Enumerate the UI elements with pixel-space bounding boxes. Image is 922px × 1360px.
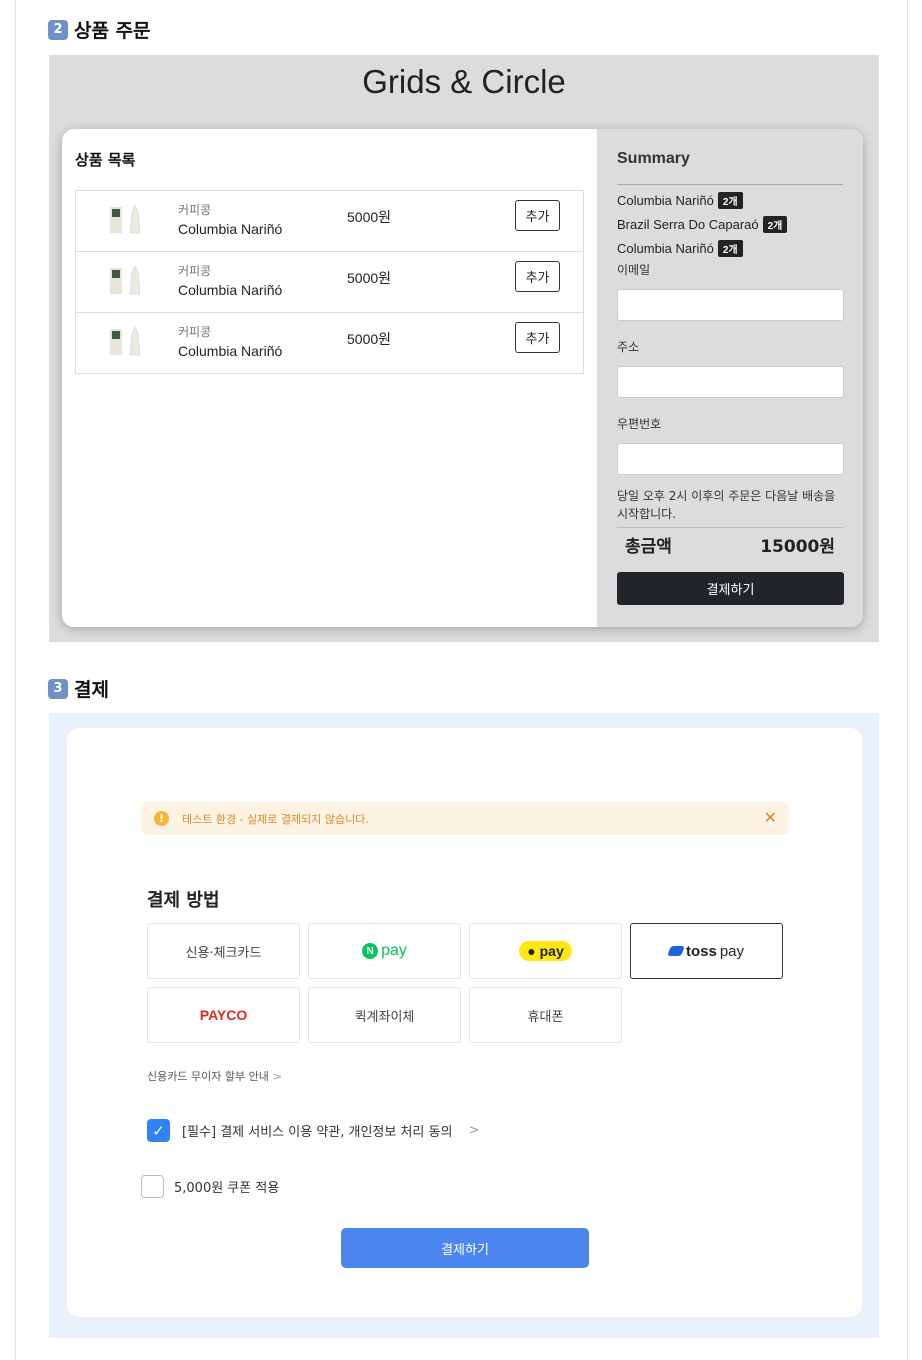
quantity-badge: 2개 — [717, 239, 743, 257]
chevron-right-icon: > — [468, 1123, 480, 1138]
add-button[interactable]: 추가 — [515, 200, 560, 231]
npay-logo: N pay — [362, 942, 407, 960]
kakaopay-logo: ● pay — [519, 941, 572, 961]
products-title: 상품 목록 — [75, 151, 136, 169]
payco-logo: PAYCO — [199, 1007, 248, 1023]
alert-text: 테스트 환경 - 실제로 결제되지 않습니다. — [182, 813, 369, 826]
section-heading-payment: 3 결제 — [48, 675, 109, 702]
checkout-button[interactable]: 결제하기 — [617, 572, 844, 605]
tosspay-bold-text: toss — [685, 942, 717, 960]
coffee-bag-icon — [110, 265, 141, 295]
close-icon[interactable]: ✕ — [764, 808, 777, 827]
order-card: 상품 목록 커피콩 Columbia Nariñó 5000원 추가 커피콩 C… — [62, 129, 863, 627]
product-row: 커피콩 Columbia Nariñó 5000원 추가 — [76, 191, 583, 252]
add-button[interactable]: 추가 — [515, 322, 560, 353]
quantity-badge: 2개 — [717, 191, 743, 209]
product-category: 커피콩 — [178, 264, 212, 278]
total-label: 총금액 — [625, 537, 672, 557]
pay-button[interactable]: 결제하기 — [341, 1228, 589, 1268]
page: 2 상품 주문 Grids & Circle 상품 목록 커피콩 Columbi… — [15, 0, 908, 1360]
coupon-option[interactable]: 5,000원 쿠폰 적용 — [141, 1175, 279, 1198]
zip-field[interactable] — [617, 443, 844, 475]
method-phone-button[interactable]: 휴대폰 — [469, 987, 622, 1043]
summary-item: Columbia Nariñó 2개 — [617, 239, 843, 257]
product-name: Columbia Nariñó — [178, 343, 283, 359]
product-name: Columbia Nariñó — [178, 282, 283, 298]
coupon-text: 5,000원 쿠폰 적용 — [174, 1181, 280, 1196]
section-title: 결제 — [74, 679, 109, 701]
product-pane: 상품 목록 커피콩 Columbia Nariñó 5000원 추가 커피콩 C… — [62, 129, 597, 627]
chevron-right-icon: > — [272, 1070, 283, 1083]
keycap-3-icon: 3 — [48, 678, 68, 699]
address-label: 주소 — [617, 340, 640, 354]
summary-pane: Summary Columbia Nariñó 2개 Brazil Serra … — [597, 129, 863, 627]
zip-label: 우편번호 — [617, 417, 662, 431]
section-heading-order: 2 상품 주문 — [48, 16, 151, 43]
terms-agreement[interactable]: ✓ [필수] 결제 서비스 이용 약관, 개인정보 처리 동의 > — [147, 1119, 479, 1142]
summary-item: Columbia Nariñó 2개 — [617, 191, 843, 209]
keycap-2-icon: 2 — [48, 19, 68, 40]
summary-item-name: Columbia Nariñó — [617, 192, 714, 208]
tosspay-text: pay — [719, 942, 745, 960]
method-kakaopay-button[interactable]: ● pay — [469, 923, 622, 979]
product-row: 커피콩 Columbia Nariñó 5000원 추가 — [76, 252, 583, 313]
app-title: Grids & Circle — [362, 63, 566, 100]
installment-link[interactable]: 신용카드 무이자 할부 안내 > — [147, 1068, 282, 1084]
summary-item-name: Columbia Nariñó — [617, 240, 714, 256]
npay-text: pay — [381, 942, 407, 959]
toss-icon — [667, 946, 685, 956]
add-button[interactable]: 추가 — [515, 261, 560, 292]
payment-card: ! 테스트 환경 - 실제로 결제되지 않습니다. ✕ 결제 방법 신용·체크카… — [67, 728, 862, 1317]
total-row: 총금액 15000원 — [617, 527, 843, 557]
address-field[interactable] — [617, 366, 844, 398]
checkbox-unchecked-icon[interactable] — [141, 1175, 164, 1198]
delivery-notice: 당일 오후 2시 이후의 주문은 다음날 배송을 시작합니다. — [617, 489, 836, 521]
summary-item: Brazil Serra Do Caparaó 2개 — [617, 215, 843, 233]
section-title: 상품 주문 — [74, 20, 151, 42]
email-label: 이메일 — [617, 263, 651, 277]
coffee-bag-icon — [110, 204, 141, 234]
summary-item-name: Brazil Serra Do Caparaó — [617, 216, 759, 232]
installment-text: 신용카드 무이자 할부 안내 — [147, 1070, 269, 1083]
product-category: 커피콩 — [178, 203, 212, 217]
product-price: 5000원 — [347, 331, 392, 347]
product-category: 커피콩 — [178, 325, 212, 339]
coffee-bag-icon — [110, 326, 141, 356]
method-tosspay-button[interactable]: toss pay — [630, 923, 783, 979]
quantity-badge: 2개 — [762, 215, 788, 233]
test-env-alert: ! 테스트 환경 - 실제로 결제되지 않습니다. ✕ — [141, 802, 789, 835]
checkbox-checked-icon[interactable]: ✓ — [147, 1119, 170, 1142]
kakaopay-text: pay — [539, 943, 564, 959]
order-app: Grids & Circle 상품 목록 커피콩 Columbia Nariñó… — [49, 55, 879, 642]
total-value: 15000원 — [760, 537, 835, 557]
product-list: 커피콩 Columbia Nariñó 5000원 추가 커피콩 Columbi… — [75, 190, 584, 374]
method-npay-button[interactable]: N pay — [308, 923, 461, 979]
method-payco-button[interactable]: PAYCO — [147, 987, 300, 1043]
method-card-button[interactable]: 신용·체크카드 — [147, 923, 300, 979]
product-price: 5000원 — [347, 209, 392, 225]
product-price: 5000원 — [347, 270, 392, 286]
payment-method-title: 결제 방법 — [147, 890, 220, 911]
product-row: 커피콩 Columbia Nariñó 5000원 추가 — [76, 313, 583, 374]
warning-icon: ! — [154, 811, 169, 826]
naver-n-icon: N — [362, 943, 379, 959]
method-transfer-button[interactable]: 퀵계좌이체 — [308, 987, 461, 1043]
email-field[interactable] — [617, 289, 844, 321]
tosspay-logo: toss pay — [667, 942, 745, 960]
terms-text: [필수] 결제 서비스 이용 약관, 개인정보 처리 동의 — [182, 1125, 453, 1140]
product-name: Columbia Nariñó — [178, 221, 283, 237]
summary-title: Summary — [617, 150, 843, 185]
payment-widget: ! 테스트 환경 - 실제로 결제되지 않습니다. ✕ 결제 방법 신용·체크카… — [49, 713, 879, 1338]
